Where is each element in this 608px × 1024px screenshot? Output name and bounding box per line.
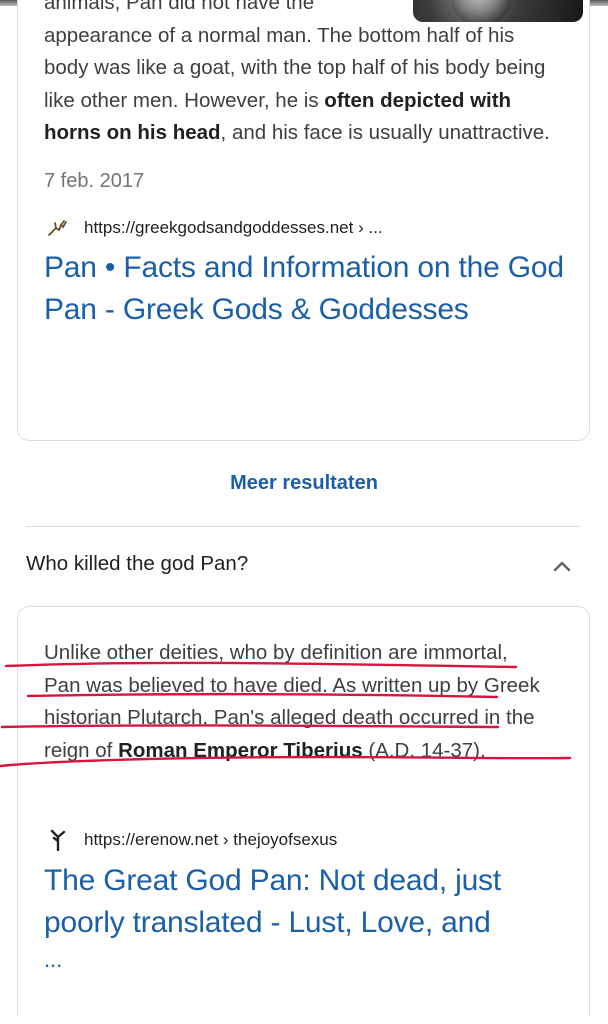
answer-snippet: Unlike other deities, who by definition … xyxy=(44,637,544,767)
result-card-pan-facts: animals, Pan did not have the appearance … xyxy=(17,0,590,441)
result-date: 7 feb. 2017 xyxy=(44,170,145,192)
result-card-great-god-pan: Unlike other deities, who by definition … xyxy=(17,606,590,1016)
related-question[interactable]: Who killed the god Pan? xyxy=(26,552,248,576)
title-ellipsis: ... xyxy=(44,947,63,972)
source-url: https://greekgodsandgoddesses.net › ... xyxy=(84,218,383,237)
snippet-text-end: , and his face is usually unattractive. xyxy=(220,121,550,144)
goat-horn-icon xyxy=(46,216,70,240)
result-snippet: animals, Pan did not have the appearance … xyxy=(44,0,554,150)
result-source[interactable]: https://greekgodsandgoddesses.net › ... xyxy=(46,216,383,240)
snippet-text-end: (A.D. 14-37). xyxy=(362,738,486,762)
result-source[interactable]: https://erenow.net › thejoyofsexus xyxy=(46,828,337,852)
chevron-up-icon[interactable] xyxy=(550,557,574,575)
more-results-button[interactable]: Meer resultaten xyxy=(0,472,608,495)
divider xyxy=(26,526,581,527)
snippet-first-line: animals, Pan did not have the xyxy=(44,0,315,14)
snippet-bold-text: Roman Emperor Tiberius xyxy=(118,738,363,762)
erenow-icon xyxy=(46,828,70,852)
result-title-link[interactable]: The Great God Pan: Not dead, just poorly… xyxy=(44,860,564,944)
result-title-link[interactable]: Pan • Facts and Information on the God P… xyxy=(44,247,564,331)
source-url: https://erenow.net › thejoyofsexus xyxy=(84,830,338,849)
